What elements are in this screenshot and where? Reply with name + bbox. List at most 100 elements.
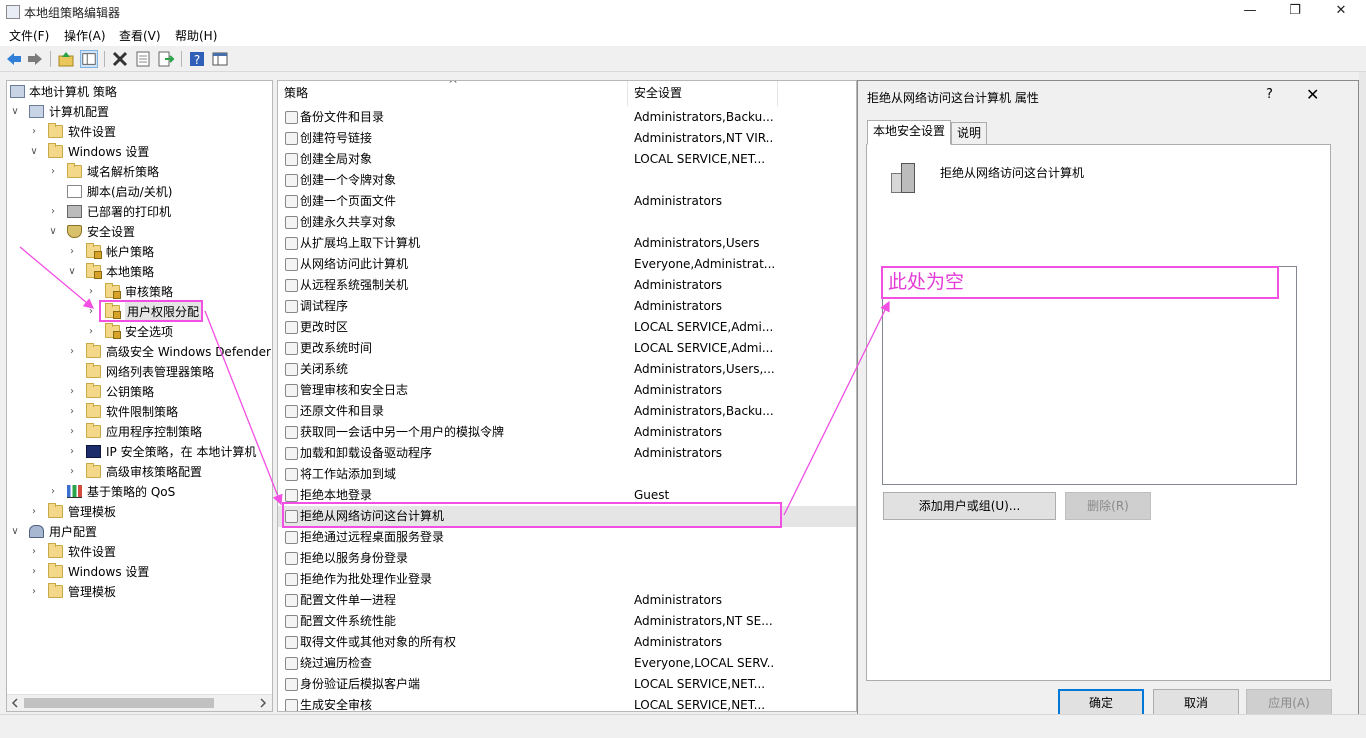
menu-action[interactable]: 操作(A) (64, 27, 106, 44)
policy-row[interactable]: 拒绝以服务身份登录 (278, 548, 856, 569)
up-folder-icon[interactable] (57, 50, 75, 68)
chevron-down-icon[interactable]: ∨ (29, 142, 39, 162)
scroll-right-icon[interactable] (258, 698, 268, 708)
help-icon[interactable]: ? (188, 50, 206, 68)
tree-item-deployed-printers[interactable]: › 已部署的打印机 (7, 202, 272, 222)
policy-row[interactable]: 更改时区 LOCAL SERVICE,Admi... (278, 317, 856, 338)
policy-row[interactable]: 管理审核和安全日志 Administrators (278, 380, 856, 401)
chevron-right-icon[interactable]: › (48, 202, 58, 222)
chevron-right-icon[interactable]: › (67, 382, 77, 402)
tree-item-user-windows-settings[interactable]: › Windows 设置 (7, 562, 272, 582)
menu-file[interactable]: 文件(F) (9, 27, 49, 44)
delete-icon[interactable] (111, 50, 129, 68)
tree-item-qos[interactable]: › 基于策略的 QoS (7, 482, 272, 502)
column-header-setting[interactable]: 安全设置 (628, 81, 778, 106)
chevron-right-icon[interactable]: › (67, 422, 77, 442)
policy-row[interactable]: 从扩展坞上取下计算机 Administrators,Users (278, 233, 856, 254)
policy-row[interactable]: 获取同一会话中另一个用户的模拟令牌 Administrators (278, 422, 856, 443)
maximize-button[interactable]: ❐ (1272, 0, 1318, 24)
scroll-left-icon[interactable] (10, 698, 20, 708)
export-icon[interactable] (157, 50, 175, 68)
policy-row[interactable]: 配置文件系统性能 Administrators,NT SE... (278, 611, 856, 632)
chevron-right-icon[interactable]: › (86, 322, 96, 342)
chevron-right-icon[interactable]: › (67, 402, 77, 422)
chevron-down-icon[interactable]: ∨ (67, 262, 77, 282)
tab-explain[interactable]: 说明 (951, 122, 988, 145)
tree-item-app-control[interactable]: › 应用程序控制策略 (7, 422, 272, 442)
policy-row[interactable]: 关闭系统 Administrators,Users,... (278, 359, 856, 380)
policy-row[interactable]: 拒绝作为批处理作业登录 (278, 569, 856, 590)
tree-item-user-software-settings[interactable]: › 软件设置 (7, 542, 272, 562)
tree-item-account-policies[interactable]: › 帐户策略 (7, 242, 272, 262)
add-user-group-button[interactable]: 添加用户或组(U)... (883, 492, 1056, 520)
tree-item-software-settings[interactable]: › 软件设置 (7, 122, 272, 142)
close-button[interactable]: ✕ (1318, 0, 1364, 24)
chevron-right-icon[interactable]: › (29, 502, 39, 522)
policy-row[interactable]: 创建一个页面文件 Administrators (278, 191, 856, 212)
chevron-right-icon[interactable]: › (29, 122, 39, 142)
chevron-right-icon[interactable]: › (67, 462, 77, 482)
tree-item-software-restriction[interactable]: › 软件限制策略 (7, 402, 272, 422)
column-header-policy[interactable]: 策略 ^ (278, 81, 628, 106)
dialog-close-button[interactable]: ✕ (1306, 85, 1319, 104)
tree-item-public-key-policies[interactable]: › 公钥策略 (7, 382, 272, 402)
tree-item-advanced-audit[interactable]: › 高级审核策略配置 (7, 462, 272, 482)
chevron-right-icon[interactable]: › (67, 242, 77, 262)
chevron-right-icon[interactable]: › (48, 482, 58, 502)
tree-item-computer-config[interactable]: ∨ 计算机配置 (7, 102, 272, 122)
tree-item-local-computer-policy[interactable]: 本地计算机 策略 (7, 82, 272, 102)
tree-item-scripts[interactable]: 脚本(启动/关机) (7, 182, 272, 202)
tab-local-security-setting[interactable]: 本地安全设置 (867, 120, 952, 145)
policy-row[interactable]: 将工作站添加到域 (278, 464, 856, 485)
policy-row[interactable]: 加载和卸载设备驱动程序 Administrators (278, 443, 856, 464)
tree-item-admin-templates[interactable]: › 管理模板 (7, 502, 272, 522)
policy-row[interactable]: 拒绝通过远程桌面服务登录 (278, 527, 856, 548)
policy-row[interactable]: 还原文件和目录 Administrators,Backu... (278, 401, 856, 422)
policy-row[interactable]: 从网络访问此计算机 Everyone,Administrat... (278, 254, 856, 275)
remove-button[interactable]: 删除(R) (1065, 492, 1151, 520)
policy-row[interactable]: 更改系统时间 LOCAL SERVICE,Admi... (278, 338, 856, 359)
tree-item-security-options[interactable]: › 安全选项 (7, 322, 272, 342)
chevron-down-icon[interactable]: ∨ (10, 102, 20, 122)
tree-item-name-resolution-policy[interactable]: › 域名解析策略 (7, 162, 272, 182)
policy-row[interactable]: 备份文件和目录 Administrators,Backu... (278, 107, 856, 128)
chevron-right-icon[interactable]: › (67, 442, 77, 462)
policy-row[interactable]: 配置文件单一进程 Administrators (278, 590, 856, 611)
ok-button[interactable]: 确定 (1058, 689, 1144, 717)
show-hide-tree-icon[interactable] (80, 50, 98, 68)
policy-row[interactable]: 创建符号链接 Administrators,NT VIR... (278, 128, 856, 149)
minimize-button[interactable]: — (1227, 0, 1273, 24)
forward-icon[interactable] (26, 50, 44, 68)
tree-item-network-list-manager[interactable]: 网络列表管理器策略 (7, 362, 272, 382)
chevron-right-icon[interactable]: › (29, 582, 39, 602)
tree-item-audit-policy[interactable]: › 审核策略 (7, 282, 272, 302)
menu-help[interactable]: 帮助(H) (175, 27, 217, 44)
chevron-right-icon[interactable]: › (29, 562, 39, 582)
chevron-down-icon[interactable]: ∨ (10, 522, 20, 542)
properties-icon[interactable] (134, 50, 152, 68)
help-icon[interactable]: ? (1266, 87, 1273, 102)
policy-row[interactable]: 取得文件或其他对象的所有权 Administrators (278, 632, 856, 653)
policy-row[interactable]: 身份验证后模拟客户端 LOCAL SERVICE,NET... (278, 674, 856, 695)
back-icon[interactable] (5, 50, 23, 68)
chevron-right-icon[interactable]: › (86, 282, 96, 302)
apply-button[interactable]: 应用(A) (1246, 689, 1332, 717)
chevron-right-icon[interactable]: › (86, 302, 96, 322)
policy-row[interactable]: 绕过遍历检查 Everyone,LOCAL SERV... (278, 653, 856, 674)
chevron-right-icon[interactable]: › (29, 542, 39, 562)
policy-row[interactable]: 创建一个令牌对象 (278, 170, 856, 191)
tree-item-windows-settings[interactable]: ∨ Windows 设置 (7, 142, 272, 162)
cancel-button[interactable]: 取消 (1153, 689, 1239, 717)
policy-row[interactable]: 创建永久共享对象 (278, 212, 856, 233)
chevron-right-icon[interactable]: › (48, 162, 58, 182)
policy-row[interactable]: 从远程系统强制关机 Administrators (278, 275, 856, 296)
chevron-down-icon[interactable]: ∨ (48, 222, 58, 242)
policy-row[interactable]: 创建全局对象 LOCAL SERVICE,NET... (278, 149, 856, 170)
policy-row[interactable]: 生成安全审核 LOCAL SERVICE,NET... (278, 695, 856, 711)
policy-row[interactable]: 调试程序 Administrators (278, 296, 856, 317)
tree-item-defender-firewall[interactable]: › 高级安全 Windows Defender (7, 342, 272, 362)
scroll-thumb[interactable] (24, 698, 214, 708)
menu-view[interactable]: 查看(V) (119, 27, 161, 44)
vertical-scrollbar[interactable] (1359, 72, 1366, 738)
tree-item-security-settings[interactable]: ∨ 安全设置 (7, 222, 272, 242)
